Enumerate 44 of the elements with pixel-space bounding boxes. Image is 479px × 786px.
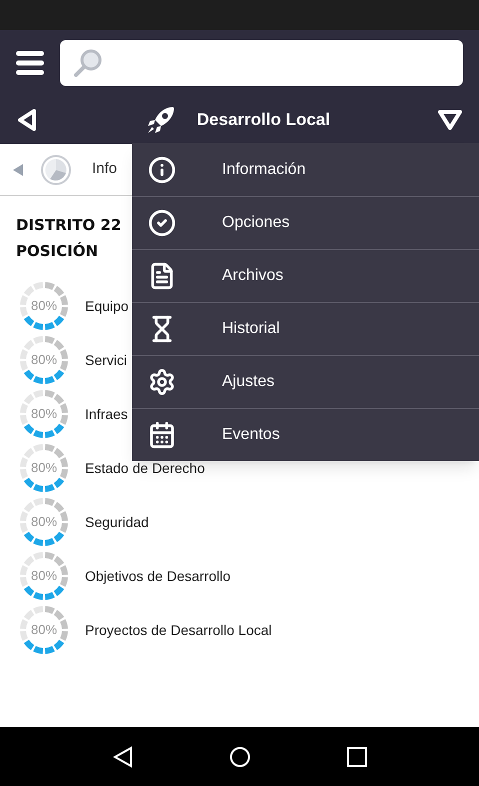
- recents-icon[interactable]: [346, 746, 368, 768]
- progress-ring-icon: [20, 444, 68, 492]
- district-title: DISTRITO 22: [16, 215, 122, 236]
- dropdown-triangle-icon[interactable]: [437, 109, 463, 131]
- category-label[interactable]: Infraes: [85, 404, 128, 424]
- percent-label: 80%: [30, 459, 58, 478]
- progress-ring-icon: [20, 606, 68, 654]
- left-triangle-icon[interactable]: [12, 162, 24, 176]
- page-title: Desarrollo Local: [196, 109, 330, 132]
- percent-label: 80%: [30, 297, 58, 316]
- pie-chart-icon: [40, 154, 72, 186]
- menu-icon[interactable]: [16, 51, 44, 75]
- category-label[interactable]: Servici: [85, 350, 128, 370]
- position-title: POSICIÓN: [16, 241, 98, 262]
- back-triangle-icon[interactable]: [16, 108, 38, 132]
- back-icon[interactable]: [112, 746, 134, 768]
- search-field[interactable]: [60, 40, 463, 86]
- menu-item[interactable]: Opciones: [132, 196, 479, 249]
- progress-ring-icon: [20, 336, 68, 384]
- category-label[interactable]: Seguridad: [85, 512, 149, 532]
- info-icon: [148, 156, 176, 184]
- percent-label: 80%: [30, 567, 58, 586]
- category-label[interactable]: Proyectos de Desarrollo Local: [85, 620, 272, 640]
- progress-ring-icon: [20, 282, 68, 330]
- check-circle-icon: [148, 209, 176, 237]
- percent-label: 80%: [30, 405, 58, 424]
- menu-item[interactable]: Historial: [132, 302, 479, 355]
- percent-label: 80%: [30, 621, 58, 640]
- percent-label: 80%: [30, 513, 58, 532]
- menu-item[interactable]: Archivos: [132, 249, 479, 302]
- category-label[interactable]: Equipo: [85, 296, 129, 316]
- menu-item[interactable]: Eventos: [132, 408, 479, 461]
- settings-icon: [148, 368, 176, 396]
- percent-label: 80%: [30, 351, 58, 370]
- progress-ring-icon: [20, 498, 68, 546]
- calendar-icon: [148, 421, 176, 449]
- search-icon: [72, 47, 104, 79]
- infographic-tab-label[interactable]: Info: [92, 158, 118, 181]
- progress-ring-icon: [20, 390, 68, 438]
- menu-item[interactable]: Ajustes: [132, 355, 479, 408]
- progress-ring-icon: [20, 552, 68, 600]
- menu-item[interactable]: Información: [132, 143, 479, 196]
- category-label[interactable]: Objetivos de Desarrollo: [85, 566, 231, 586]
- home-icon[interactable]: [228, 746, 250, 768]
